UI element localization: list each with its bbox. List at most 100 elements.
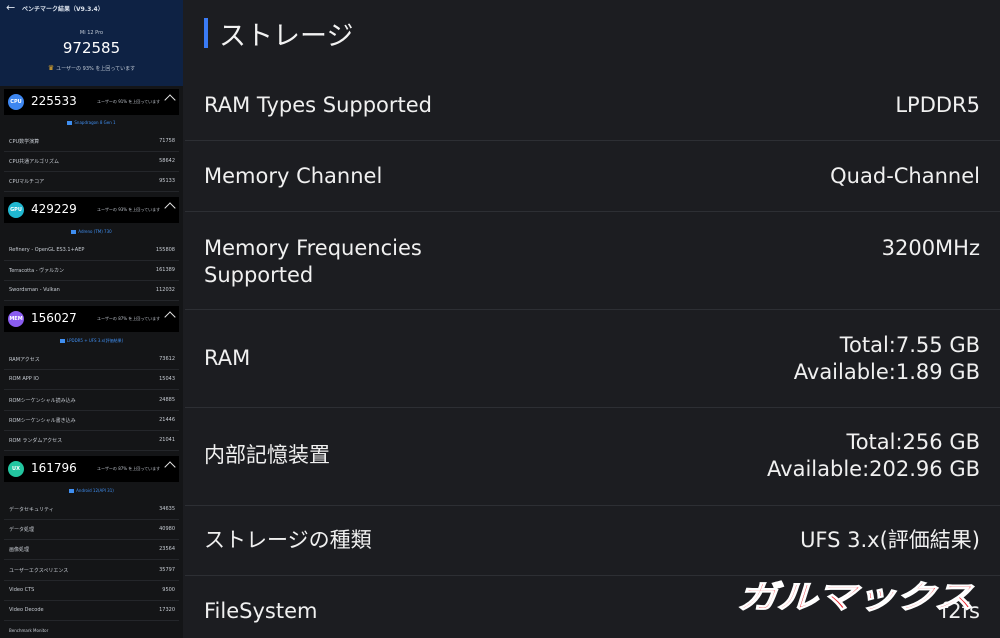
row-value: 9500 [162, 587, 175, 593]
row-value: 95133 [159, 178, 175, 184]
ux-score: 161796 [31, 461, 77, 475]
row-label: ROMシーケンシャル書き込み [9, 418, 76, 424]
mem-chip: LPDDR5 + UFS 3.x(評価結果) [0, 338, 183, 344]
chevron-up-icon[interactable] [164, 202, 176, 214]
row-label: ROM ランダムアクセス [9, 438, 63, 444]
score-row: Video Decode 17320 [4, 601, 179, 621]
section-cpu[interactable]: CPU 225533 ユーザーの 91% を上回っています [4, 89, 179, 115]
score-row: RAMアクセス 73612 [4, 350, 179, 370]
row-label: ROM APP IO [9, 376, 39, 382]
property-value: Total:7.55 GB Available:1.89 GB [793, 333, 980, 384]
row-value: 17320 [159, 607, 175, 613]
page-title: ストレージ [219, 21, 354, 52]
property-value: 3200MHz [881, 236, 980, 260]
storage-panel: ストレージ RAM Types Supported LPDDR5 Memory … [185, 0, 1000, 638]
row-label: ROMシーケンシャル読み込み [9, 398, 76, 404]
ux-chip-label: Android 12(API 31) [76, 488, 114, 493]
property-name: ストレージの種類 [204, 528, 372, 552]
cpu-score: 225533 [31, 94, 77, 108]
mem-chip-label: LPDDR5 + UFS 3.x(評価結果) [66, 338, 124, 343]
score-row: ROM ランダムアクセス 21041 [4, 431, 179, 451]
section-ux[interactable]: UX 161796 ユーザーの 87% を上回っています [4, 456, 179, 482]
device-name: Mi 12 Pro [79, 30, 104, 36]
mem-score: 156027 [31, 311, 77, 325]
row-label: CPU数学演算 [9, 139, 40, 145]
row-value: 71758 [159, 138, 175, 144]
row-label: CPU共通アルゴリズム [9, 159, 60, 165]
mem-badge-icon: MEM [8, 311, 24, 327]
cpu-chip-label: Snapdragon 8 Gen 1 [74, 120, 116, 125]
score-row: データセキュリティ 34635 [4, 500, 179, 520]
row-value: 155808 [155, 247, 175, 253]
row-label: Refinery - OpenGL ES3.1+AEP [9, 247, 85, 253]
cpu-chip: Snapdragon 8 Gen 1 [0, 120, 183, 125]
gpu-score: 429229 [31, 202, 77, 216]
back-arrow-icon[interactable]: ← [6, 1, 15, 14]
row-value: 15043 [159, 376, 175, 382]
chevron-up-icon[interactable] [164, 94, 176, 106]
score-row: CPU数学演算 71758 [4, 132, 179, 152]
property-row: RAM Types Supported LPDDR5 [185, 70, 1000, 141]
row-value: 40980 [159, 526, 175, 532]
crown-icon: ♛ [47, 64, 55, 72]
row-value: 34635 [159, 506, 175, 512]
score-row: 画像処理 23564 [4, 540, 179, 560]
row-label: Video Decode [9, 607, 44, 613]
score-row: ROMシーケンシャル読み込み 24885 [4, 391, 179, 411]
row-value: 23564 [159, 546, 175, 552]
score-row: Video CTS 9500 [4, 581, 179, 601]
score-row: CPU共通アルゴリズム 58642 [4, 152, 179, 172]
score-row: ROM APP IO 15043 [4, 370, 179, 390]
row-label: 画像処理 [9, 547, 30, 553]
section-gpu[interactable]: GPU 429229 ユーザーの 93% を上回っています [4, 197, 179, 223]
chip-icon [71, 230, 77, 234]
total-score: 972585 [62, 39, 121, 57]
property-name: RAM Types Supported [204, 93, 433, 117]
score-row: CPUマルチコア 95133 [4, 172, 179, 192]
property-row: Memory Channel Quad-Channel [185, 141, 1000, 212]
row-value: 21446 [159, 417, 175, 423]
row-label: Terracotta - ヴァルカン [9, 268, 64, 274]
property-value: LPDDR5 [895, 93, 980, 117]
property-value: Total:256 GB Available:202.96 GB [767, 430, 980, 481]
ux-chip: Android 12(API 31) [0, 488, 183, 493]
score-row: Swordsman - Vulkan 112032 [4, 281, 179, 301]
row-label: ユーザーエクスペリエンス [9, 568, 69, 574]
property-name: RAM [204, 346, 251, 370]
row-value: 112032 [155, 287, 175, 293]
gpu-chip-label: Adreno (TM) 730 [78, 229, 112, 234]
property-row: Memory Frequencies Supported 3200MHz [185, 212, 1000, 310]
score-row: ROMシーケンシャル書き込み 21446 [4, 411, 179, 431]
mem-rank: ユーザーの 87% を上回っています [97, 316, 161, 321]
property-row: 内部記憶装置 Total:256 GB Available:202.96 GB [185, 408, 1000, 506]
watermark-text: ガルマックス [737, 578, 974, 615]
ux-rank: ユーザーの 87% を上回っています [97, 466, 161, 471]
row-label: データ処理 [9, 527, 35, 533]
watermark-logo: ガルマックス [736, 577, 975, 615]
title-accent-bar [204, 18, 208, 48]
score-row: データ処理 40980 [4, 520, 179, 540]
property-row: ストレージの種類 UFS 3.x(評価結果) [185, 506, 1000, 576]
gpu-rank: ユーザーの 93% を上回っています [97, 207, 161, 212]
row-value: 21041 [159, 437, 175, 443]
cpu-rank: ユーザーの 91% を上回っています [97, 99, 161, 104]
total-rank: ♛ ユーザーの 93% を上回っています [0, 64, 183, 72]
property-name: FileSystem [204, 599, 318, 623]
property-value: Quad-Channel [830, 164, 980, 188]
gpu-badge-icon: GPU [8, 202, 24, 218]
ux-badge-icon: UX [8, 461, 24, 477]
chevron-up-icon[interactable] [164, 461, 176, 473]
row-value: 73612 [159, 356, 175, 362]
benchmark-title: ベンチマーク結果（V9.3.4） [22, 6, 104, 13]
property-name: 内部記憶装置 [204, 443, 330, 467]
total-rank-text: ユーザーの 93% を上回っています [56, 66, 136, 72]
benchmark-panel: ← ベンチマーク結果（V9.3.4） Mi 12 Pro 972585 ♛ ユーザ… [0, 0, 183, 638]
row-label: CPUマルチコア [9, 179, 45, 185]
benchmark-monitor-label: Benchmark Monitor [9, 628, 49, 633]
property-name: Memory Frequencies Supported [204, 236, 422, 287]
chevron-up-icon[interactable] [164, 311, 176, 323]
gpu-chip: Adreno (TM) 730 [0, 229, 183, 234]
section-mem[interactable]: MEM 156027 ユーザーの 87% を上回っています [4, 306, 179, 332]
score-row: ユーザーエクスペリエンス 35797 [4, 561, 179, 581]
benchmark-header: ← ベンチマーク結果（V9.3.4） Mi 12 Pro 972585 ♛ ユーザ… [0, 0, 183, 86]
